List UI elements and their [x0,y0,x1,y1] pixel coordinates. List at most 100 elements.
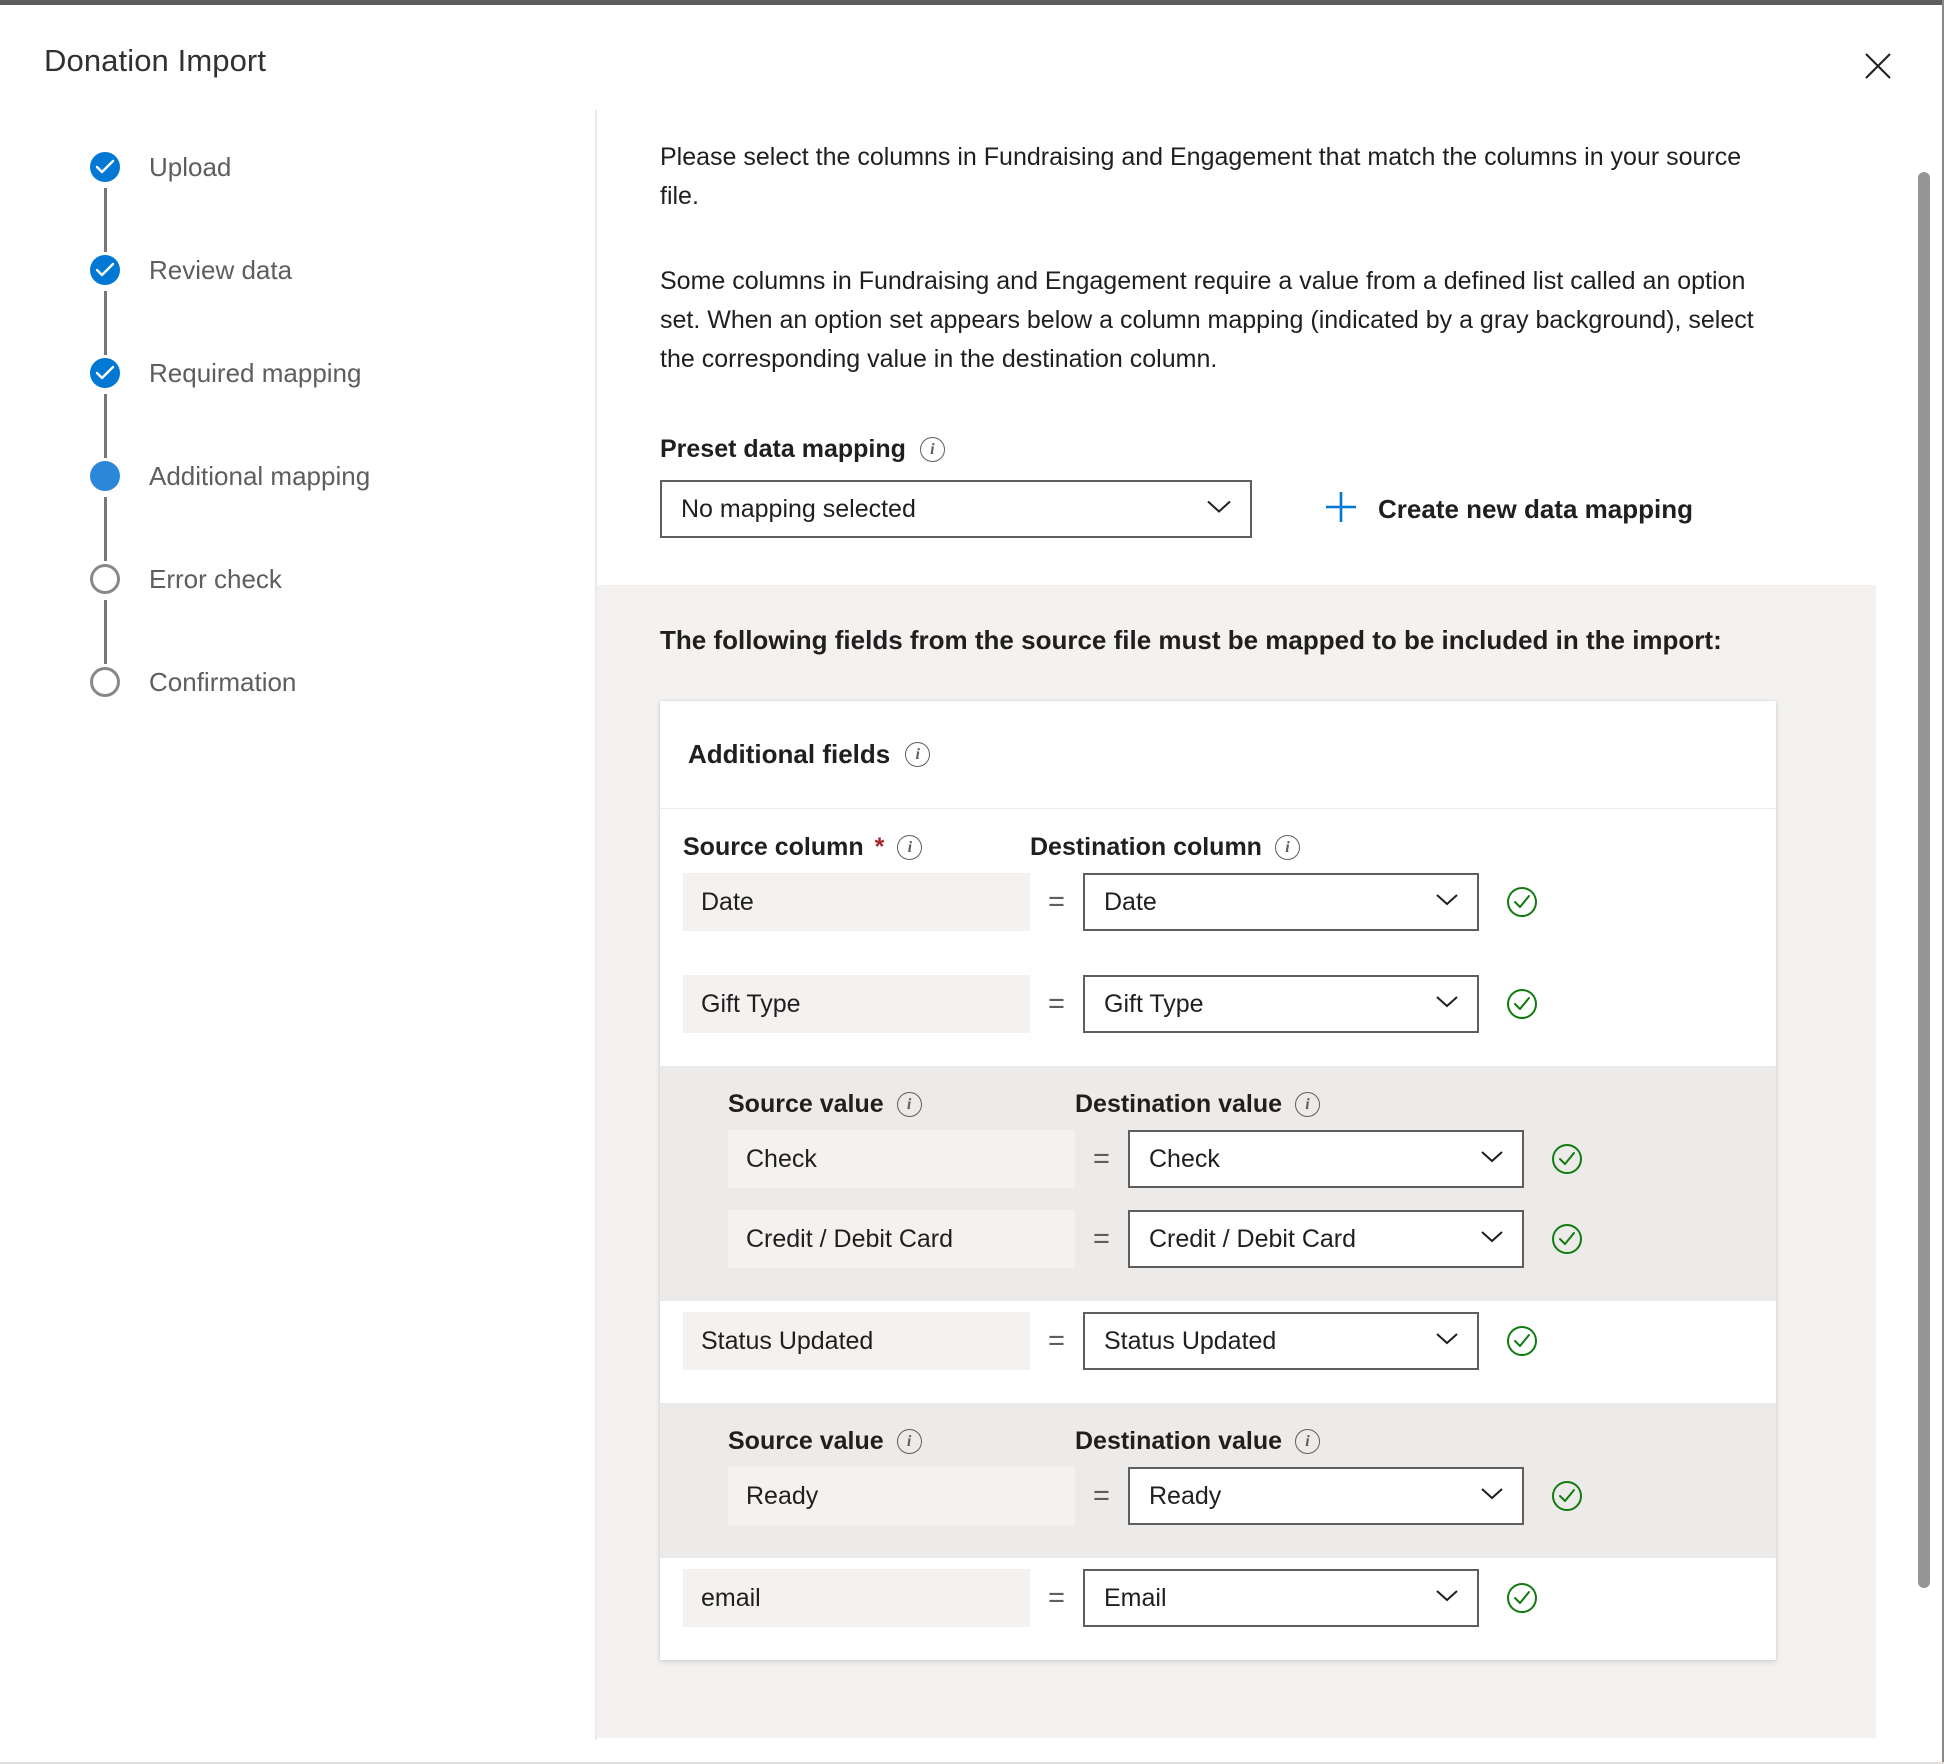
destination-column-label: Destination column [1030,833,1262,861]
destination-select[interactable]: Ready [1128,1467,1524,1525]
chevron-down-icon [1206,499,1232,520]
stepper-item-label: Error check [149,564,282,594]
step-connector [104,188,107,252]
step-marker [88,150,122,252]
source-column-label: Source column [683,833,864,861]
destination-selected-value: Date [1104,887,1157,916]
destination-select[interactable]: Date [1083,873,1479,931]
column-mapping-group: email = Email [660,1558,1776,1660]
mapping-row: Ready = Ready [728,1456,1776,1536]
source-value-header: Source value i [728,1090,1075,1119]
destination-column-header: Destination column i [1030,833,1430,862]
equals-sign: = [1093,1479,1110,1512]
equals-sign: = [1048,987,1065,1020]
additional-fields-card-title: Additional fields i [660,701,1776,809]
value-headers: Source value i Destination value i [728,1403,1776,1456]
step-marker [88,665,122,699]
preset-mapping-select[interactable]: No mapping selected [660,480,1252,538]
stepper-item-label: Additional mapping [149,461,371,491]
info-icon[interactable]: i [1295,1429,1320,1454]
info-icon[interactable]: i [896,1429,922,1454]
chevron-down-icon [1435,1331,1459,1351]
check-circle-icon [1550,1479,1584,1513]
stepper-item-additional-mapping[interactable]: Additional mapping [88,459,468,562]
step-connector [104,291,107,355]
destination-select[interactable]: Credit / Debit Card [1128,1210,1524,1268]
equals-sign: = [1093,1222,1110,1255]
source-field: Date [683,873,1030,931]
column-mapping-group: Source column * i Destination column i Date = D… [660,809,1776,964]
preset-label-text: Preset data mapping [660,435,906,463]
stepper-item-required-mapping[interactable]: Required mapping [88,356,468,459]
info-icon[interactable]: i [919,437,945,462]
stepper-item-label: Upload [149,152,232,182]
chevron-down-icon [1435,1588,1459,1608]
step-circle-icon [90,667,120,697]
preset-mapping-selected-value: No mapping selected [681,494,916,523]
destination-value-label: Destination value [1075,1427,1282,1455]
column-mapping-group: Status Updated = Status Updated [660,1301,1776,1403]
preset-data-mapping-label: Preset data mapping i [660,435,1813,464]
destination-selected-value: Check [1149,1144,1220,1173]
mapping-row: Status Updated = Status Updated [683,1301,1776,1381]
equals-sign: = [1048,1324,1065,1357]
source-field: Credit / Debit Card [728,1210,1075,1268]
source-field: Ready [728,1467,1075,1525]
equals-sign: = [1048,1581,1065,1614]
check-circle-icon [1550,1142,1584,1176]
create-new-data-mapping-button[interactable]: Create new data mapping [1324,490,1693,529]
mapping-row: Date = Date [683,862,1776,942]
mapping-row: Check = Check [728,1119,1776,1199]
destination-selected-value: Email [1104,1583,1167,1612]
destination-select[interactable]: Status Updated [1083,1312,1479,1370]
source-field: Status Updated [683,1312,1030,1370]
info-icon[interactable]: i [896,1092,922,1117]
step-connector [104,497,107,561]
required-asterisk: * [874,833,885,861]
info-icon[interactable]: i [897,835,923,860]
chevron-down-icon [1435,892,1459,912]
step-circle-icon [90,564,120,594]
stepper-item-review-data[interactable]: Review data [88,253,468,356]
mapping-rows-container: Source column * i Destination column i Date = D… [660,809,1776,1660]
destination-selected-value: Ready [1149,1481,1222,1510]
checkmark-icon [88,150,122,184]
info-icon[interactable]: i [1274,835,1300,860]
destination-value-label: Destination value [1075,1090,1282,1118]
stepper-item-confirmation[interactable]: Confirmation [88,665,468,715]
value-headers: Source value i Destination value i [728,1066,1776,1119]
additional-fields-card: Additional fields i Source column * i Desti… [660,701,1776,1660]
check-circle-icon [1505,987,1539,1021]
info-icon[interactable]: i [905,742,931,767]
destination-select[interactable]: Check [1128,1130,1524,1188]
chevron-down-icon [1480,1229,1504,1249]
scrollbar-thumb[interactable] [1918,172,1930,1588]
wizard-stepper: Upload Review data Required mapping Additio… [88,150,468,715]
vertical-scrollbar[interactable] [1916,110,1932,1740]
window-top-border [0,0,1944,5]
mapping-section-heading: The following fields from the source fil… [660,625,1722,655]
intro-paragraph-2: Some columns in Fundraising and Engageme… [660,267,1754,373]
mapping-region: The following fields from the source fil… [597,585,1876,1738]
option-set-group: Source value i Destination value i Check = Che… [660,1066,1776,1301]
close-icon [1863,51,1893,81]
check-circle-icon [1550,1222,1584,1256]
destination-selected-value: Gift Type [1104,989,1204,1018]
step-current-icon [90,461,120,491]
stepper-item-upload[interactable]: Upload [88,150,468,253]
destination-value-header: Destination value i [1075,1427,1475,1456]
preset-mapping-block: Preset data mapping i No mapping selecte… [597,435,1876,538]
source-value-label: Source value [728,1090,884,1118]
close-button[interactable] [1858,46,1898,86]
mapping-row: Gift Type = Gift Type [683,964,1776,1044]
destination-value-header: Destination value i [1075,1090,1475,1119]
check-circle-icon [1505,1581,1539,1615]
source-field: email [683,1569,1030,1627]
destination-select[interactable]: Email [1083,1569,1479,1627]
destination-select[interactable]: Gift Type [1083,975,1479,1033]
stepper-item-error-check[interactable]: Error check [88,562,468,665]
chevron-down-icon [1480,1486,1504,1506]
info-icon[interactable]: i [1295,1092,1320,1117]
step-connector [104,394,107,458]
intro-text-block: Please select the columns in Fundraising… [597,110,1876,379]
